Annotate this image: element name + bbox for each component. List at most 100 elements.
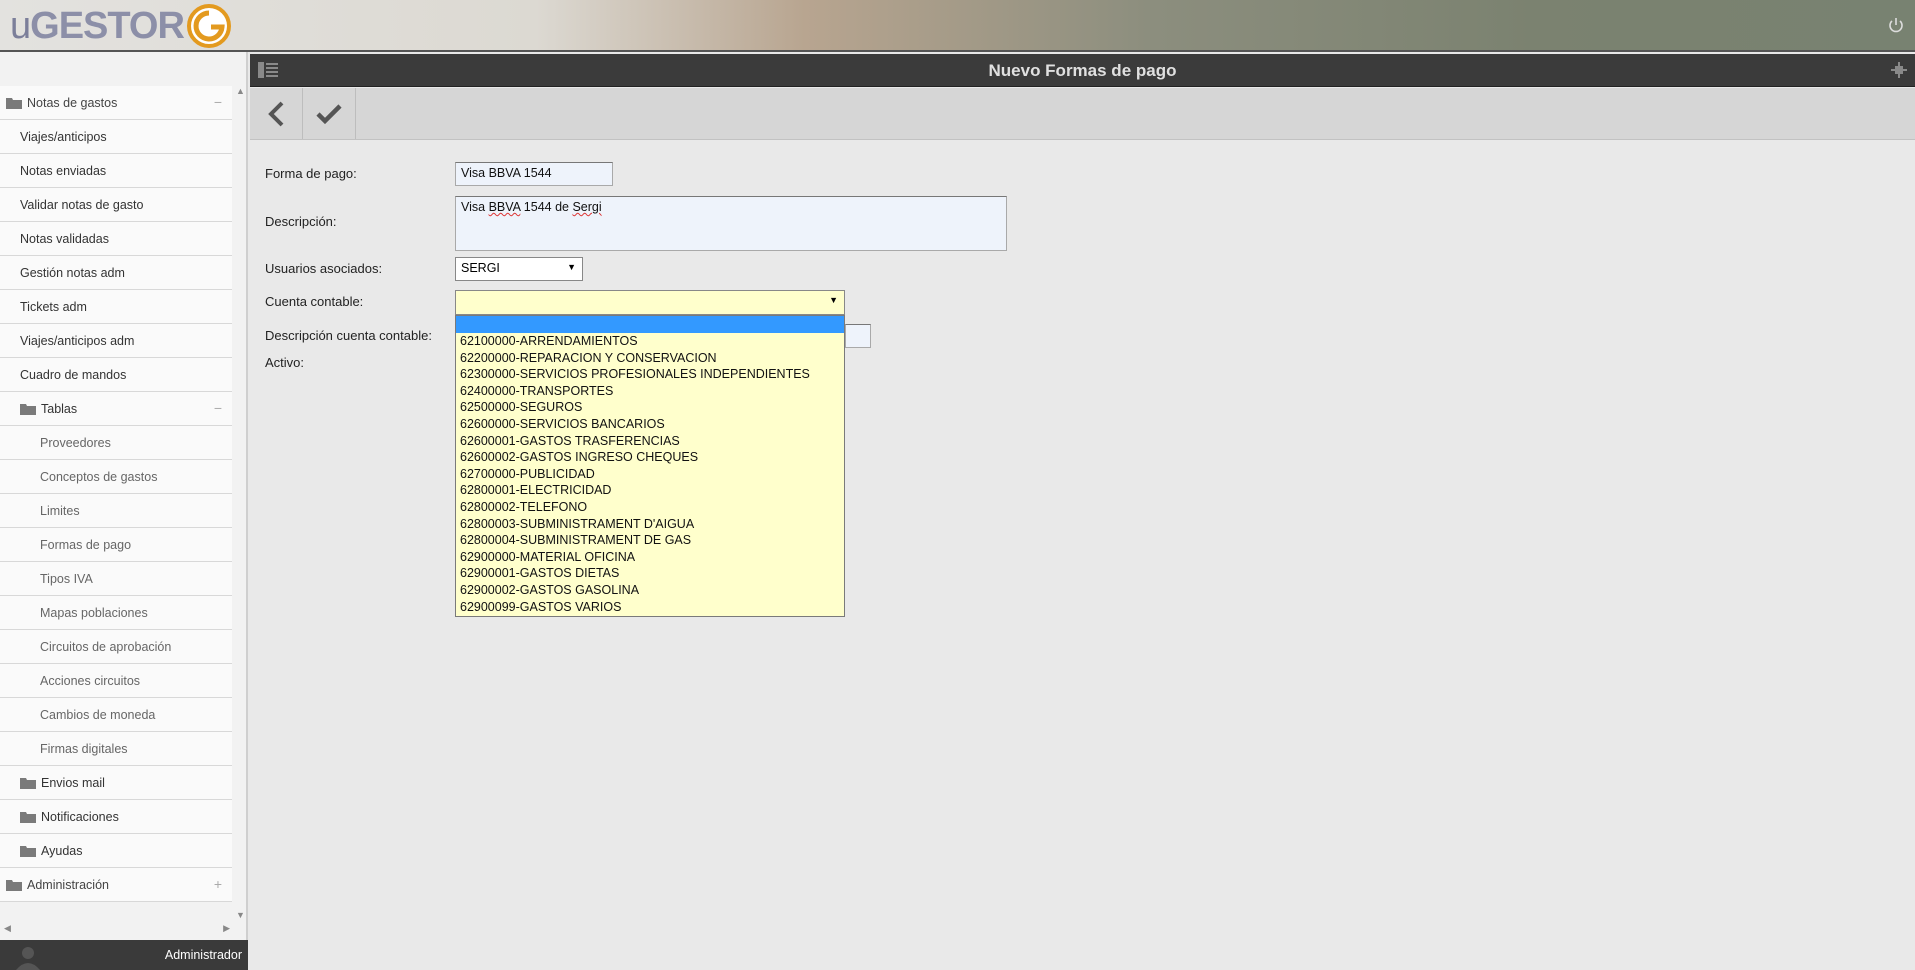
sidebar-item[interactable]: Tipos IVA (0, 562, 232, 596)
dropdown-option[interactable]: 62400000-TRANSPORTES (456, 383, 844, 400)
usuarios-value: SERGI (461, 261, 500, 275)
activo-label: Activo: (265, 355, 305, 370)
sidebar-item[interactable]: Conceptos de gastos (0, 460, 232, 494)
toggle-icon[interactable]: − (214, 400, 222, 416)
top-bar: uGESTOR (0, 0, 1915, 52)
dropdown-option[interactable]: 62200000-REPARACION Y CONSERVACION (456, 350, 844, 367)
save-button[interactable] (303, 88, 356, 139)
sidebar-item-label: Tickets adm (20, 299, 87, 314)
folder-icon (20, 811, 36, 823)
sidebar-item-label: Notificaciones (41, 809, 119, 824)
sidebar-item[interactable]: Circuitos de aprobación (0, 630, 232, 664)
user-name[interactable]: Administrador (165, 948, 242, 962)
sidebar-nav: Notas de gastos − Viajes/anticipos Notas en… (0, 86, 232, 902)
dropdown-option[interactable]: 62600000-SERVICIOS BANCARIOS (456, 416, 844, 433)
sidebar-item-label: Proveedores (40, 435, 111, 450)
sidebar-item[interactable]: Viajes/anticipos adm (0, 324, 232, 358)
sidebar-item[interactable]: Validar notas de gasto (0, 188, 232, 222)
sidebar-item-label: Viajes/anticipos adm (20, 333, 135, 348)
forma-pago-input[interactable]: Visa BBVA 1544 (455, 162, 613, 186)
dropdown-option[interactable]: 62800003-SUBMINISTRAMENT D'AIGUA (456, 516, 844, 533)
sidebar-item[interactable]: Administración + (0, 868, 232, 902)
scroll-left-icon[interactable]: ◀ (4, 923, 11, 934)
pin-icon[interactable] (1891, 62, 1907, 78)
cuenta-dropdown-list[interactable]: 62100000-ARRENDAMIENTOS 62200000-REPARACI… (455, 315, 845, 617)
usuarios-select[interactable]: SERGI ▼ (455, 257, 583, 281)
desc-cuenta-label: Descripción cuenta contable: (265, 328, 432, 343)
scroll-up-icon[interactable]: ▲ (236, 86, 245, 96)
sidebar-item[interactable]: Notas validadas (0, 222, 232, 256)
sidebar-item-label: Administración (27, 877, 109, 892)
dropdown-option[interactable]: 62800001-ELECTRICIDAD (456, 482, 844, 499)
descripcion-textarea[interactable]: Visa BBVA 1544 de Sergi (455, 196, 1007, 251)
scroll-down-icon[interactable]: ▼ (236, 910, 245, 920)
logo-text: uGESTOR (10, 4, 185, 47)
sidebar-item-label: Gestión notas adm (20, 265, 125, 280)
dropdown-option[interactable]: 62300000-SERVICIOS PROFESIONALES INDEPEN… (456, 366, 844, 383)
sidebar-item[interactable]: Limites (0, 494, 232, 528)
sidebar-item[interactable]: Tickets adm (0, 290, 232, 324)
folder-icon (20, 777, 36, 789)
sidebar-h-scrollbar[interactable]: ◀ ▶ (0, 922, 234, 936)
sidebar-item-label: Conceptos de gastos (40, 469, 158, 484)
dropdown-option[interactable]: 62600002-GASTOS INGRESO CHEQUES (456, 449, 844, 466)
sidebar-item-label: Mapas poblaciones (40, 605, 148, 620)
sidebar-scrollbar[interactable]: ▲ ▼ (234, 86, 246, 920)
dropdown-option[interactable]: 62900099-GASTOS VARIOS (456, 599, 844, 616)
sidebar-item[interactable]: Viajes/anticipos (0, 120, 232, 154)
dropdown-option[interactable]: 62700000-PUBLICIDAD (456, 466, 844, 483)
desc-cuenta-input[interactable] (845, 324, 871, 348)
sidebar-item-label: Cuadro de mandos (20, 367, 127, 382)
descripcion-label: Descripción: (265, 214, 337, 229)
toggle-icon[interactable]: − (214, 94, 222, 110)
page-title: Nuevo Formas de pago (988, 61, 1177, 80)
sidebar-item[interactable]: Gestión notas adm (0, 256, 232, 290)
sidebar-item-label: Circuitos de aprobación (40, 639, 172, 654)
sidebar: Notas de gastos − Viajes/anticipos Notas en… (0, 52, 248, 940)
dropdown-option-empty[interactable] (456, 316, 844, 333)
sidebar-item[interactable]: Proveedores (0, 426, 232, 460)
chevron-left-icon (268, 101, 284, 126)
power-icon[interactable] (1887, 16, 1905, 34)
app-logo: uGESTOR (10, 3, 232, 49)
dropdown-option[interactable]: 62100000-ARRENDAMIENTOS (456, 333, 844, 350)
sidebar-item[interactable]: Mapas poblaciones (0, 596, 232, 630)
dropdown-option[interactable]: 62600001-GASTOS TRASFERENCIAS (456, 433, 844, 450)
toolbar (250, 88, 1915, 140)
folder-icon (20, 403, 36, 415)
sidebar-item[interactable]: Formas de pago (0, 528, 232, 562)
folder-icon (6, 97, 22, 109)
sidebar-item-label: Notas de gastos (27, 95, 118, 110)
sidebar-item[interactable]: Cambios de moneda (0, 698, 232, 732)
sidebar-item[interactable]: Notas de gastos − (0, 86, 232, 120)
sidebar-item[interactable]: Envios mail (0, 766, 232, 800)
sidebar-item[interactable]: Firmas digitales (0, 732, 232, 766)
back-button[interactable] (250, 88, 303, 139)
sidebar-item[interactable]: Tablas − (0, 392, 232, 426)
sidebar-item-label: Limites (40, 503, 80, 518)
sidebar-item[interactable]: Notificaciones (0, 800, 232, 834)
dropdown-option[interactable]: 62900001-GASTOS DIETAS (456, 565, 844, 582)
sidebar-item-label: Firmas digitales (40, 741, 128, 756)
usuarios-label: Usuarios asociados: (265, 261, 383, 276)
title-bar: Nuevo Formas de pago (250, 54, 1915, 87)
sidebar-item-label: Tipos IVA (40, 571, 93, 586)
toggle-icon[interactable]: + (214, 876, 222, 892)
dropdown-option[interactable]: 62500000-SEGUROS (456, 399, 844, 416)
cuenta-select[interactable]: ▼ (455, 290, 845, 315)
sidebar-item-label: Cambios de moneda (40, 707, 156, 722)
sidebar-item[interactable]: Notas enviadas (0, 154, 232, 188)
dropdown-option[interactable]: 62900000-MATERIAL OFICINA (456, 549, 844, 566)
scroll-right-icon[interactable]: ▶ (223, 923, 230, 934)
sidebar-item[interactable]: Cuadro de mandos (0, 358, 232, 392)
dropdown-option[interactable]: 62800004-SUBMINISTRAMENT DE GAS (456, 532, 844, 549)
sidebar-item-label: Tablas (41, 401, 78, 416)
folder-icon (20, 845, 36, 857)
dropdown-option[interactable]: 62900002-GASTOS GASOLINA (456, 582, 844, 599)
dropdown-option[interactable]: 62800002-TELEFONO (456, 499, 844, 516)
sidebar-header (0, 52, 246, 74)
sidebar-item[interactable]: Ayudas (0, 834, 232, 868)
avatar[interactable] (14, 944, 42, 970)
forma-pago-label: Forma de pago: (265, 166, 357, 181)
sidebar-item[interactable]: Acciones circuitos (0, 664, 232, 698)
